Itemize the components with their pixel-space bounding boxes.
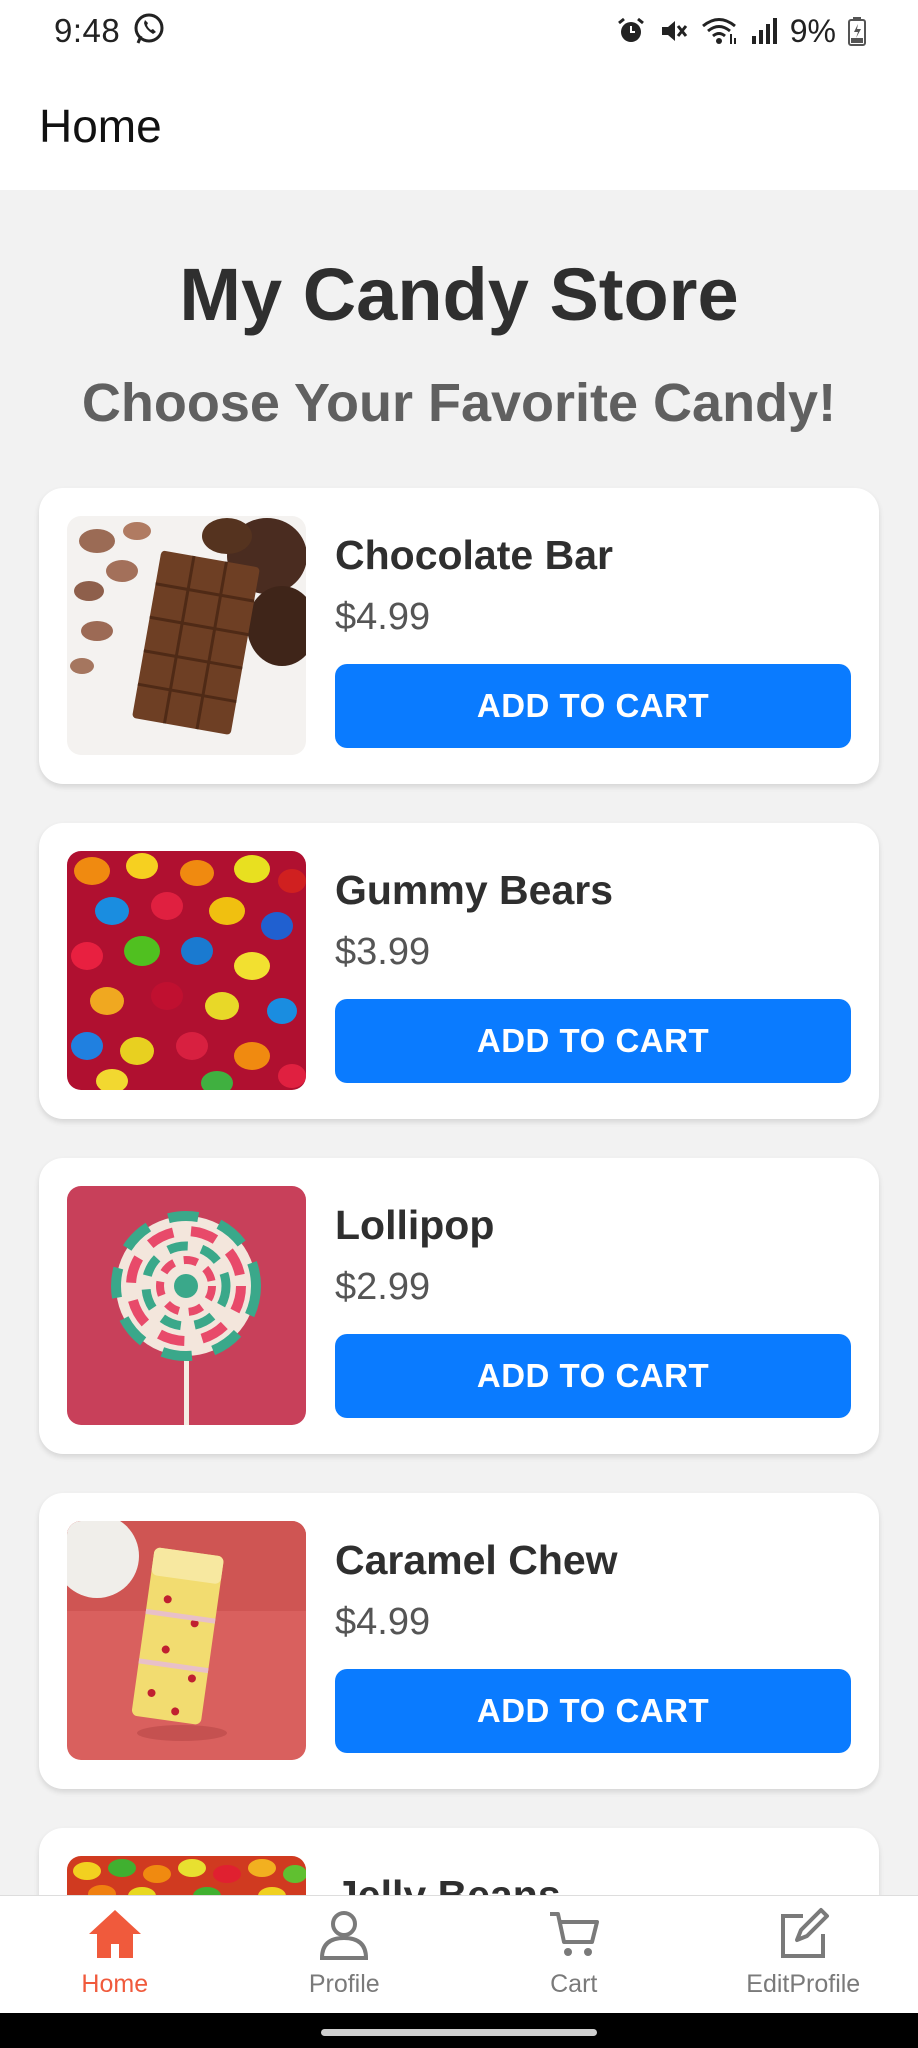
nav-label: Profile [308, 1970, 380, 1998]
page-title: Home [39, 100, 162, 152]
status-time: 9:48 [54, 12, 121, 49]
home-indicator[interactable] [321, 2029, 597, 2036]
whatsapp-icon [132, 12, 166, 51]
product-name: Jelly Beans [335, 1872, 561, 1895]
alarm-icon [616, 16, 646, 46]
add-to-cart-button[interactable]: ADD TO CART [335, 999, 851, 1083]
add-to-cart-button[interactable]: ADD TO CART [335, 1334, 851, 1418]
bottom-nav: Home Profile Cart EditProfile [0, 1895, 918, 2013]
product-name: Gummy Bears [335, 867, 614, 913]
nav-item-editprofile[interactable]: EditProfile [689, 1896, 918, 2013]
battery-label: 9% [789, 12, 836, 49]
product-image-gummy-bears [67, 851, 306, 1090]
profile-icon [314, 1904, 374, 1964]
nav-item-profile[interactable]: Profile [230, 1896, 460, 2013]
product-price: $3.99 [335, 931, 431, 973]
product-list[interactable]: My Candy Store Choose Your Favorite Cand… [0, 190, 918, 1895]
product-image-chocolate [67, 516, 306, 755]
battery-icon [848, 16, 866, 46]
product-card: Jelly Beans [39, 1828, 879, 1895]
product-price: $4.99 [335, 596, 431, 638]
product-price: $4.99 [335, 1601, 431, 1643]
wifi-icon [700, 16, 738, 46]
edit-icon [773, 1904, 833, 1964]
status-left: 9:48 [54, 12, 166, 51]
product-name: Chocolate Bar [335, 532, 613, 578]
store-subtitle: Choose Your Favorite Candy! [81, 373, 837, 433]
product-image-lollipop [67, 1186, 306, 1425]
product-name: Lollipop [335, 1202, 495, 1248]
system-nav-bar [0, 2013, 918, 2048]
nav-label: EditProfile [746, 1970, 861, 1998]
status-right: 9% [616, 13, 866, 50]
nav-item-cart[interactable]: Cart [459, 1896, 689, 2013]
product-card: Lollipop $2.99 ADD TO CART [39, 1158, 879, 1454]
product-name: Caramel Chew [335, 1537, 618, 1583]
product-image-caramel-chew [67, 1521, 306, 1760]
status-bar: 9:48 9% [0, 0, 918, 62]
add-to-cart-button[interactable]: ADD TO CART [335, 1669, 851, 1753]
store-title: My Candy Store [179, 253, 739, 336]
app-header: Home [0, 62, 918, 190]
product-card: Chocolate Bar $4.99 ADD TO CART [39, 488, 879, 784]
mute-icon [658, 16, 688, 46]
cart-icon [544, 1904, 604, 1964]
nav-item-home[interactable]: Home [0, 1896, 230, 2013]
home-icon [85, 1904, 145, 1964]
product-image-jelly-beans [67, 1856, 306, 1895]
add-to-cart-button[interactable]: ADD TO CART [335, 664, 851, 748]
product-card: Gummy Bears $3.99 ADD TO CART [39, 823, 879, 1119]
nav-label: Cart [550, 1970, 598, 1998]
product-card: Caramel Chew $4.99 ADD TO CART [39, 1493, 879, 1789]
nav-label: Home [81, 1970, 149, 1998]
product-price: $2.99 [335, 1266, 431, 1308]
signal-icon [750, 16, 778, 46]
